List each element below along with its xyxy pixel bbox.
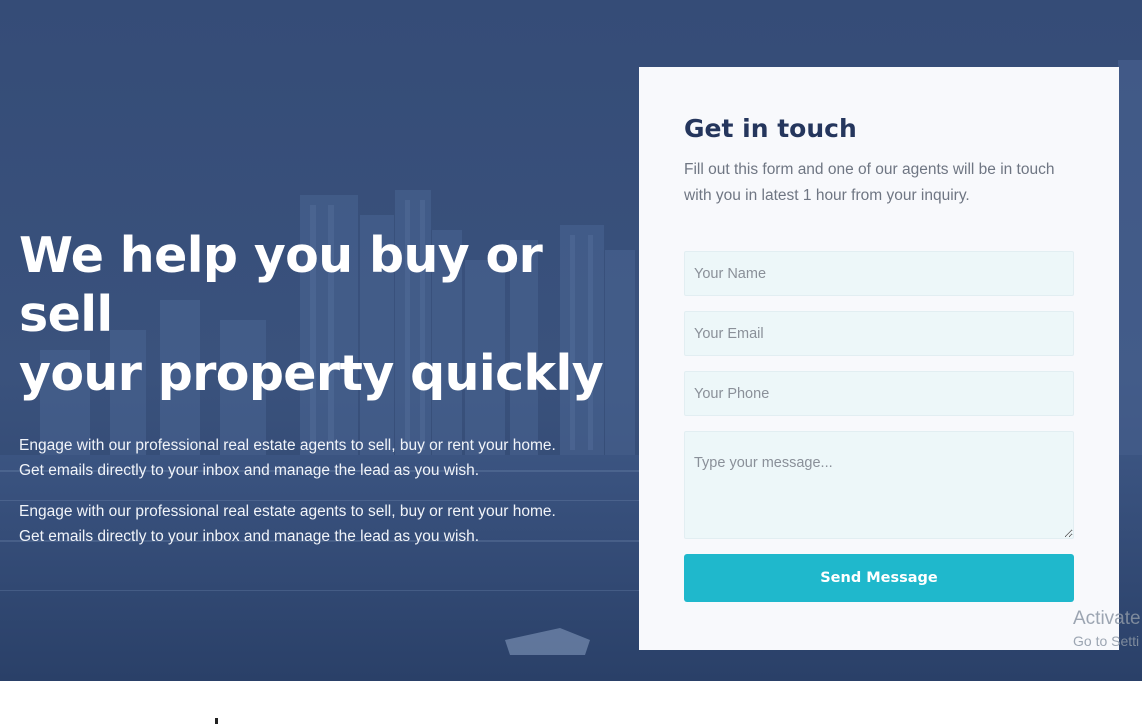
hero-section: We help you buy or sell your property qu… [0, 0, 1142, 681]
hero-description-2: Engage with our professional real estate… [19, 503, 556, 545]
hero-content: We help you buy or sell your property qu… [19, 226, 619, 549]
hero-title: We help you buy or sell your property qu… [19, 226, 619, 403]
partial-next-section-mark [215, 718, 218, 724]
phone-input[interactable] [684, 371, 1074, 416]
send-message-button[interactable]: Send Message [684, 554, 1074, 602]
message-textarea[interactable] [684, 431, 1074, 539]
contact-form-title: Get in touch [684, 114, 857, 143]
email-input[interactable] [684, 311, 1074, 356]
hero-title-line-2: your property quickly [19, 345, 604, 402]
contact-form-card: Get in touch Fill out this form and one … [639, 67, 1119, 650]
windows-activation-watermark: Activate Go to Setti [1073, 606, 1141, 650]
hero-description-1: Engage with our professional real estate… [19, 437, 556, 479]
watermark-line-1: Activate [1073, 608, 1141, 629]
watermark-line-2: Go to Setti [1073, 633, 1140, 649]
hero-title-line-1: We help you buy or sell [19, 227, 543, 343]
contact-form-subtitle: Fill out this form and one of our agents… [684, 161, 1055, 204]
name-input[interactable] [684, 251, 1074, 296]
